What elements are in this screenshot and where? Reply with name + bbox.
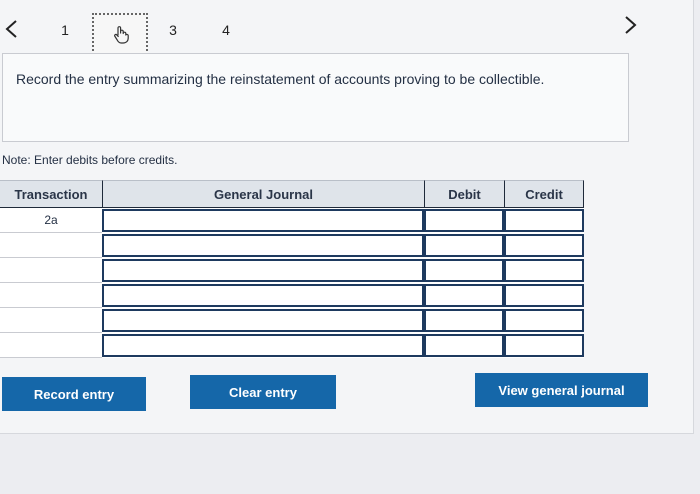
transaction-cell: 2a — [0, 208, 102, 233]
table-row — [0, 233, 584, 258]
credit-input[interactable] — [504, 309, 584, 332]
question-box: Record the entry summarizing the reinsta… — [2, 53, 629, 142]
journal-entry-table: Transaction General Journal Debit Credit… — [0, 180, 584, 358]
chevron-right-icon[interactable] — [620, 12, 640, 38]
account-input[interactable] — [102, 334, 424, 357]
question-text: Record the entry summarizing the reinsta… — [16, 71, 545, 87]
header-credit: Credit — [504, 180, 584, 208]
hand-pointer-icon — [114, 26, 129, 44]
step-3[interactable]: 3 — [163, 22, 183, 38]
debit-input[interactable] — [424, 309, 504, 332]
transaction-cell — [0, 333, 102, 358]
debit-input[interactable] — [424, 234, 504, 257]
table-row — [0, 333, 584, 358]
credit-input[interactable] — [504, 334, 584, 357]
transaction-cell — [0, 308, 102, 333]
account-input[interactable] — [102, 259, 424, 282]
credit-input[interactable] — [504, 259, 584, 282]
account-input[interactable] — [102, 284, 424, 307]
table-row — [0, 308, 584, 333]
table-row — [0, 283, 584, 308]
credit-input[interactable] — [504, 234, 584, 257]
account-input[interactable] — [102, 209, 424, 232]
view-general-journal-button[interactable]: View general journal — [475, 373, 648, 407]
transaction-cell — [0, 233, 102, 258]
clear-entry-button[interactable]: Clear entry — [190, 375, 336, 409]
account-input[interactable] — [102, 234, 424, 257]
transaction-cell — [0, 283, 102, 308]
step-2-current[interactable] — [92, 13, 148, 55]
header-debit: Debit — [424, 180, 504, 208]
debit-input[interactable] — [424, 334, 504, 357]
step-4[interactable]: 4 — [216, 22, 236, 38]
header-transaction: Transaction — [0, 180, 102, 208]
table-row — [0, 258, 584, 283]
credit-input[interactable] — [504, 209, 584, 232]
instruction-note: Note: Enter debits before credits. — [2, 153, 178, 167]
account-input[interactable] — [102, 309, 424, 332]
debit-input[interactable] — [424, 284, 504, 307]
record-entry-button[interactable]: Record entry — [2, 377, 146, 411]
header-general-journal: General Journal — [102, 180, 424, 208]
credit-input[interactable] — [504, 284, 584, 307]
step-1[interactable]: 1 — [55, 22, 75, 38]
debit-input[interactable] — [424, 209, 504, 232]
exercise-panel: 1 3 4 Record the entry summarizing the r… — [0, 0, 694, 434]
chevron-left-icon[interactable] — [2, 16, 22, 42]
debit-input[interactable] — [424, 259, 504, 282]
table-row: 2a — [0, 208, 584, 233]
transaction-cell — [0, 258, 102, 283]
